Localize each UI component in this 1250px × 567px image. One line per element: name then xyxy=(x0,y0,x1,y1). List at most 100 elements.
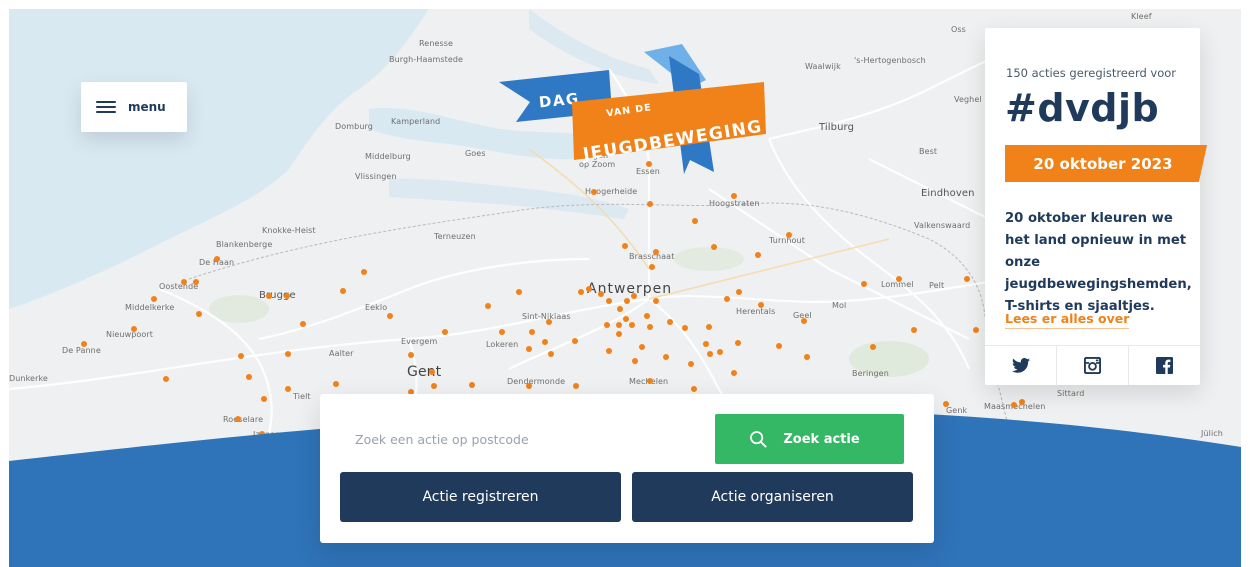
action-marker[interactable] xyxy=(469,382,475,388)
twitter-link[interactable] xyxy=(985,346,1056,385)
action-marker[interactable] xyxy=(546,319,552,325)
action-marker[interactable] xyxy=(688,361,694,367)
action-marker[interactable] xyxy=(786,232,792,238)
action-marker[interactable] xyxy=(548,351,554,357)
action-marker[interactable] xyxy=(682,325,688,331)
action-marker[interactable] xyxy=(624,298,630,304)
action-marker[interactable] xyxy=(214,256,220,262)
action-marker[interactable] xyxy=(284,293,290,299)
dvdjb-logo[interactable]: DAG VAN DE JEUGDBEWEGING xyxy=(494,44,769,184)
action-marker[interactable] xyxy=(804,354,810,360)
register-action-button[interactable]: Actie registreren xyxy=(340,472,621,522)
action-marker[interactable] xyxy=(692,218,698,224)
action-marker[interactable] xyxy=(896,276,902,282)
action-marker[interactable] xyxy=(238,353,244,359)
action-marker[interactable] xyxy=(731,370,737,376)
action-marker[interactable] xyxy=(285,351,291,357)
action-marker[interactable] xyxy=(691,386,697,392)
action-marker[interactable] xyxy=(598,291,604,297)
action-marker[interactable] xyxy=(973,327,979,333)
action-marker[interactable] xyxy=(591,189,597,195)
action-marker[interactable] xyxy=(707,351,713,357)
action-marker[interactable] xyxy=(736,289,742,295)
map-label-aalter: Aalter xyxy=(329,349,354,358)
action-marker[interactable] xyxy=(387,313,393,319)
action-marker[interactable] xyxy=(606,348,612,354)
action-marker[interactable] xyxy=(758,302,764,308)
action-marker[interactable] xyxy=(647,201,653,207)
action-marker[interactable] xyxy=(529,329,535,335)
action-marker[interactable] xyxy=(653,298,659,304)
action-marker[interactable] xyxy=(703,341,709,347)
action-marker[interactable] xyxy=(163,376,169,382)
action-marker[interactable] xyxy=(131,326,137,332)
action-marker[interactable] xyxy=(604,322,610,328)
action-marker[interactable] xyxy=(340,288,346,294)
action-marker[interactable] xyxy=(623,316,629,322)
action-marker[interactable] xyxy=(266,293,272,299)
action-marker[interactable] xyxy=(81,341,87,347)
action-marker[interactable] xyxy=(485,303,491,309)
action-marker[interactable] xyxy=(196,311,202,317)
action-marker[interactable] xyxy=(622,243,628,249)
action-marker[interactable] xyxy=(639,344,645,350)
action-marker[interactable] xyxy=(246,374,252,380)
action-marker[interactable] xyxy=(731,193,737,199)
read-more-link[interactable]: Lees er alles over xyxy=(1005,311,1130,329)
action-marker[interactable] xyxy=(717,349,723,355)
action-marker[interactable] xyxy=(911,327,917,333)
postcode-search-input[interactable] xyxy=(340,414,712,464)
action-marker[interactable] xyxy=(193,279,199,285)
action-marker[interactable] xyxy=(964,276,970,282)
map-label-brugge: Brugge xyxy=(259,290,296,301)
map-label-nieuwpoort: Nieuwpoort xyxy=(106,330,154,339)
action-marker[interactable] xyxy=(606,298,612,304)
instagram-link[interactable] xyxy=(1056,346,1128,385)
action-marker[interactable] xyxy=(616,322,622,328)
action-marker[interactable] xyxy=(285,386,291,392)
action-marker[interactable] xyxy=(631,293,637,299)
action-marker[interactable] xyxy=(361,269,367,275)
action-marker[interactable] xyxy=(408,352,414,358)
action-marker[interactable] xyxy=(616,331,622,337)
action-marker[interactable] xyxy=(711,244,717,250)
action-marker[interactable] xyxy=(644,313,650,319)
action-marker[interactable] xyxy=(706,324,712,330)
action-marker[interactable] xyxy=(431,383,437,389)
action-marker[interactable] xyxy=(724,296,730,302)
action-marker[interactable] xyxy=(429,369,435,375)
action-marker[interactable] xyxy=(663,354,669,360)
organise-action-button[interactable]: Actie organiseren xyxy=(632,472,913,522)
action-marker[interactable] xyxy=(861,281,867,287)
action-marker[interactable] xyxy=(578,289,584,295)
action-marker[interactable] xyxy=(300,321,306,327)
action-marker[interactable] xyxy=(572,338,578,344)
action-marker[interactable] xyxy=(776,343,782,349)
action-marker[interactable] xyxy=(629,322,635,328)
action-marker[interactable] xyxy=(526,346,532,352)
action-marker[interactable] xyxy=(499,329,505,335)
action-marker[interactable] xyxy=(617,306,623,312)
action-marker[interactable] xyxy=(573,383,579,389)
action-marker[interactable] xyxy=(516,289,522,295)
action-marker[interactable] xyxy=(667,319,673,325)
action-marker[interactable] xyxy=(526,383,532,389)
search-button[interactable]: Zoek actie xyxy=(715,414,904,464)
action-marker[interactable] xyxy=(333,381,339,387)
action-marker[interactable] xyxy=(181,279,187,285)
action-marker[interactable] xyxy=(442,329,448,335)
action-marker[interactable] xyxy=(735,340,741,346)
action-marker[interactable] xyxy=(653,249,659,255)
action-marker[interactable] xyxy=(647,324,653,330)
action-marker[interactable] xyxy=(649,264,655,270)
action-marker[interactable] xyxy=(755,252,761,258)
action-marker[interactable] xyxy=(801,318,807,324)
menu-button[interactable]: menu xyxy=(81,82,187,132)
action-marker[interactable] xyxy=(542,339,548,345)
action-marker[interactable] xyxy=(870,344,876,350)
action-marker[interactable] xyxy=(632,358,638,364)
action-marker[interactable] xyxy=(647,378,653,384)
action-marker[interactable] xyxy=(586,286,592,292)
action-marker[interactable] xyxy=(151,296,157,302)
facebook-link[interactable] xyxy=(1128,346,1200,385)
